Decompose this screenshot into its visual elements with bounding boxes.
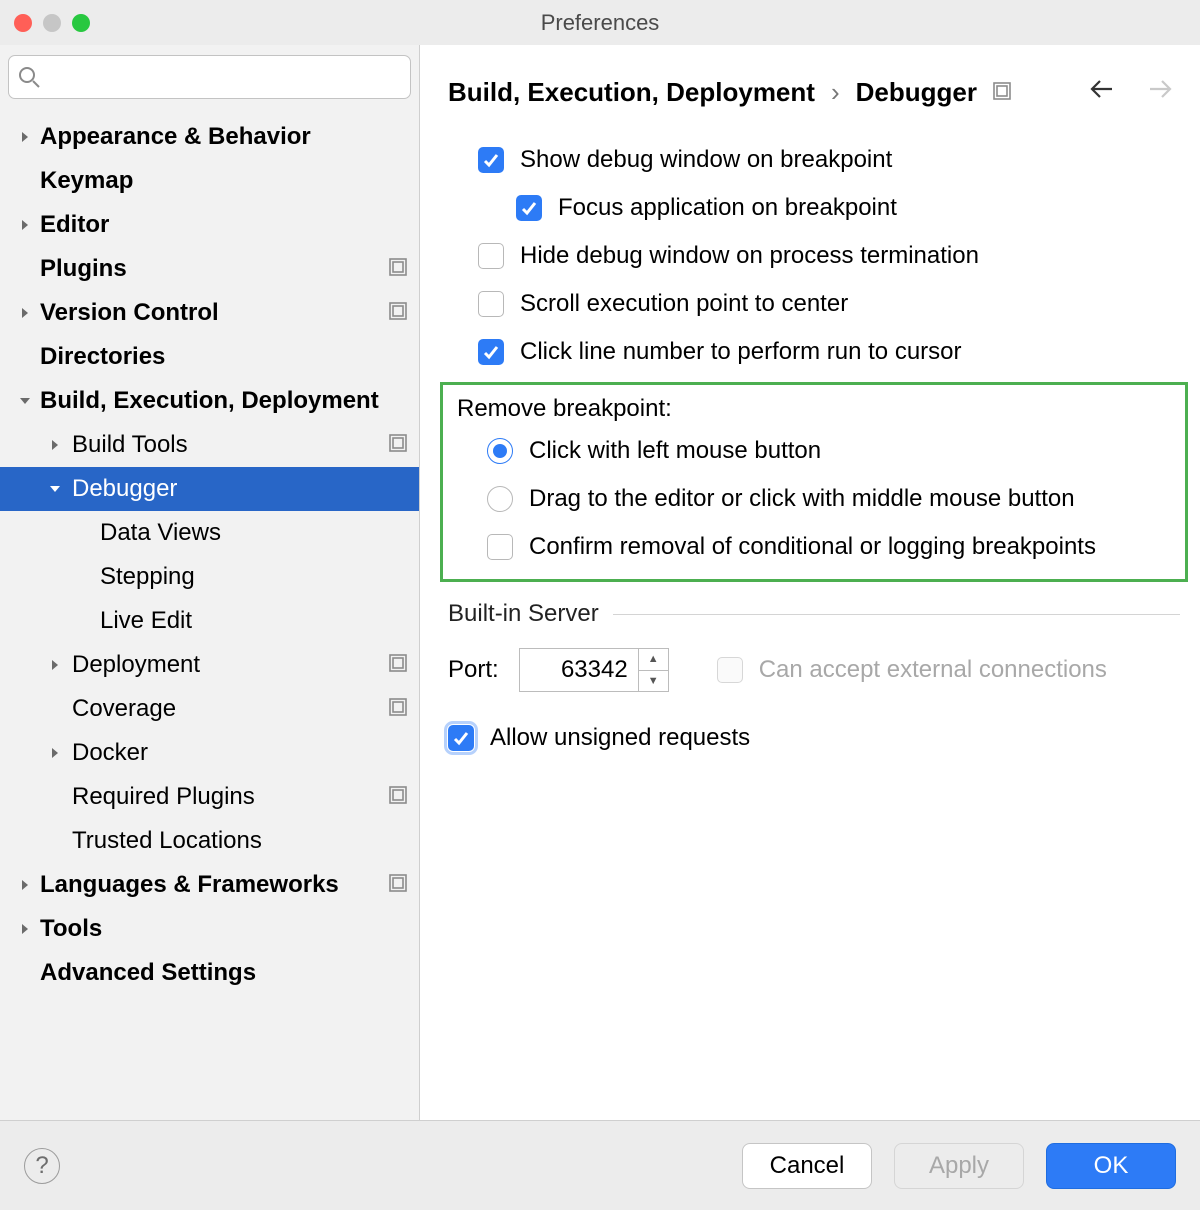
tree-item-build-tools[interactable]: Build Tools (0, 423, 419, 467)
tree-item-label: Appearance & Behavior (40, 123, 311, 151)
project-scope-icon (389, 871, 407, 899)
focus-app-checkbox[interactable]: Focus application on breakpoint (448, 184, 1180, 232)
breadcrumb: Build, Execution, Deployment › Debugger (420, 45, 1200, 118)
confirm-removal-checkbox[interactable]: Confirm removal of conditional or loggin… (457, 523, 1173, 571)
tree-item-appearance-behavior[interactable]: Appearance & Behavior (0, 115, 419, 159)
tree-item-label: Required Plugins (72, 783, 255, 811)
chevron-right-icon (18, 211, 32, 239)
window-title: Preferences (0, 10, 1200, 36)
tree-item-label: Plugins (40, 255, 127, 283)
search-input[interactable] (8, 55, 411, 99)
chevron-right-icon (18, 915, 32, 943)
chevron-right-icon (48, 739, 62, 767)
port-label: Port: (448, 656, 499, 684)
hide-debug-checkbox[interactable]: Hide debug window on process termination (448, 232, 1180, 280)
tree-item-trusted-locations[interactable]: Trusted Locations (0, 819, 419, 863)
chevron-down-icon (48, 475, 62, 503)
tree-item-debugger[interactable]: Debugger (0, 467, 419, 511)
tree-item-keymap[interactable]: Keymap (0, 159, 419, 203)
project-scope-icon (389, 255, 407, 283)
minimize-window-button (43, 14, 61, 32)
tree-item-label: Stepping (100, 563, 195, 591)
tree-item-label: Tools (40, 915, 102, 943)
tree-item-label: Languages & Frameworks (40, 871, 339, 899)
project-scope-icon (389, 431, 407, 459)
builtin-server-heading: Built-in Server (448, 600, 599, 628)
back-button[interactable] (1088, 75, 1116, 110)
project-scope-icon (389, 695, 407, 723)
project-scope-icon (389, 783, 407, 811)
tree-item-live-edit[interactable]: Live Edit (0, 599, 419, 643)
settings-tree: Appearance & Behavior Keymap Editor Plugins… (0, 107, 419, 1120)
tree-item-advanced-settings[interactable]: Advanced Settings (0, 951, 419, 995)
project-scope-icon (993, 79, 1011, 107)
allow-unsigned-checkbox[interactable]: Allow unsigned requests (448, 714, 1180, 762)
chevron-right-icon (18, 123, 32, 151)
chevron-right-icon (18, 299, 32, 327)
chevron-right-icon (48, 431, 62, 459)
show-debug-checkbox[interactable]: Show debug window on breakpoint (448, 136, 1180, 184)
tree-item-label: Docker (72, 739, 148, 767)
chevron-right-icon (48, 651, 62, 679)
tree-item-stepping[interactable]: Stepping (0, 555, 419, 599)
project-scope-icon (389, 651, 407, 679)
tree-item-label: Version Control (40, 299, 219, 327)
tree-item-docker[interactable]: Docker (0, 731, 419, 775)
breadcrumb-parent[interactable]: Build, Execution, Deployment (448, 77, 815, 108)
sidebar: Appearance & Behavior Keymap Editor Plugins… (0, 45, 420, 1120)
remove-breakpoint-group: Remove breakpoint: Click with left mouse… (440, 382, 1188, 582)
tree-item-languages-frameworks[interactable]: Languages & Frameworks (0, 863, 419, 907)
chevron-right-icon (18, 871, 32, 899)
tree-item-label: Editor (40, 211, 109, 239)
apply-button: Apply (894, 1143, 1024, 1189)
can-accept-checkbox: Can accept external connections (717, 656, 1107, 684)
tree-item-label: Directories (40, 343, 165, 371)
tree-item-coverage[interactable]: Coverage (0, 687, 419, 731)
tree-item-label: Trusted Locations (72, 827, 262, 855)
cancel-button[interactable]: Cancel (742, 1143, 872, 1189)
ok-button[interactable]: OK (1046, 1143, 1176, 1189)
tree-item-label: Live Edit (100, 607, 192, 635)
tree-item-data-views[interactable]: Data Views (0, 511, 419, 555)
project-scope-icon (389, 299, 407, 327)
tree-item-label: Advanced Settings (40, 959, 256, 987)
breadcrumb-leaf: Debugger (856, 77, 977, 108)
chevron-down-icon (18, 387, 32, 415)
forward-button (1146, 75, 1174, 110)
scroll-exec-checkbox[interactable]: Scroll execution point to center (448, 280, 1180, 328)
tree-item-directories[interactable]: Directories (0, 335, 419, 379)
port-stepper[interactable]: ▲ ▼ (519, 648, 669, 692)
click-line-checkbox[interactable]: Click line number to perform run to curs… (448, 328, 1180, 376)
stepper-down-icon[interactable]: ▼ (639, 671, 668, 692)
tree-item-editor[interactable]: Editor (0, 203, 419, 247)
tree-item-required-plugins[interactable]: Required Plugins (0, 775, 419, 819)
tree-item-version-control[interactable]: Version Control (0, 291, 419, 335)
tree-item-build-execution-deployment[interactable]: Build, Execution, Deployment (0, 379, 419, 423)
separator (613, 614, 1180, 615)
tree-item-label: Build Tools (72, 431, 188, 459)
tree-item-label: Coverage (72, 695, 176, 723)
remove-bp-drag-radio[interactable]: Drag to the editor or click with middle … (457, 475, 1173, 523)
tree-item-label: Data Views (100, 519, 221, 547)
tree-item-plugins[interactable]: Plugins (0, 247, 419, 291)
tree-item-label: Build, Execution, Deployment (40, 387, 379, 415)
chevron-right-icon: › (831, 77, 840, 108)
tree-item-label: Debugger (72, 475, 177, 503)
remove-bp-leftclick-radio[interactable]: Click with left mouse button (457, 427, 1173, 475)
zoom-window-button[interactable] (72, 14, 90, 32)
tree-item-label: Keymap (40, 167, 133, 195)
titlebar: Preferences (0, 0, 1200, 45)
stepper-up-icon[interactable]: ▲ (639, 649, 668, 671)
tree-item-deployment[interactable]: Deployment (0, 643, 419, 687)
tree-item-label: Deployment (72, 651, 200, 679)
search-icon (18, 66, 40, 88)
remove-bp-heading: Remove breakpoint: (457, 395, 672, 423)
tree-item-tools[interactable]: Tools (0, 907, 419, 951)
close-window-button[interactable] (14, 14, 32, 32)
help-button[interactable]: ? (24, 1148, 60, 1184)
